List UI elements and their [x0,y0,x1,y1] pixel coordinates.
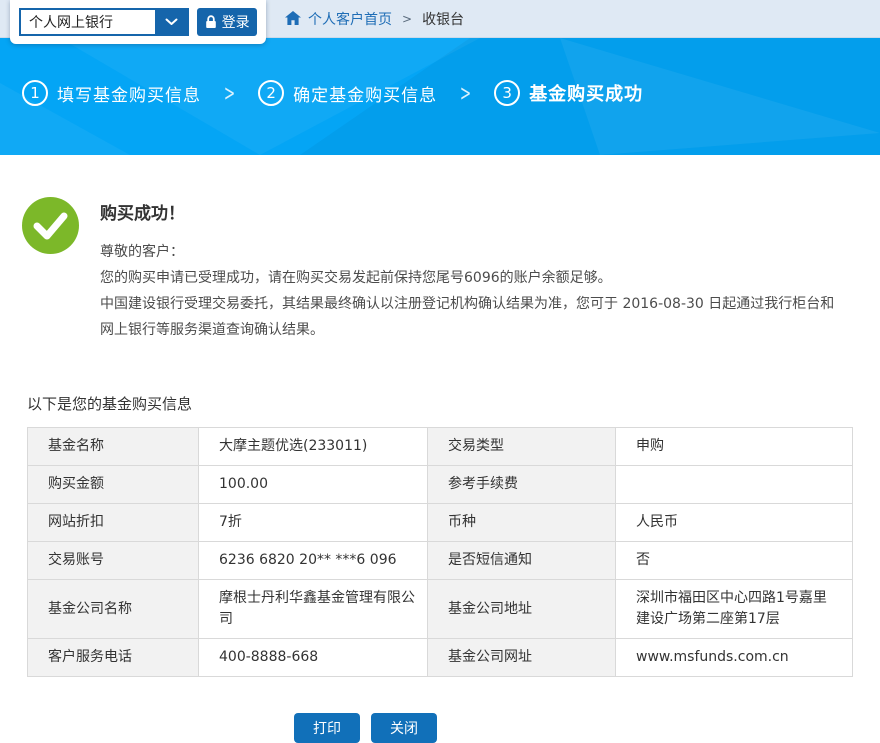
step-2-label: 确定基金购买信息 [293,81,437,106]
breadcrumb-separator: > [402,12,412,26]
success-message: 购买成功！ 尊敬的客户： 您的购买申请已受理成功，请在购买交易发起前保持您尾号6… [22,197,870,343]
field-value: 人民币 [616,504,853,542]
site-select[interactable]: 个人网上银行 [19,8,189,36]
purchase-info-table: 基金名称 大摩主题优选(233011) 交易类型 申购 购买金额 100.00 … [27,427,853,677]
table-row: 客户服务电话 400-8888-668 基金公司网址 www.msfunds.c… [28,639,853,677]
field-label: 基金公司名称 [28,580,199,639]
field-value: www.msfunds.com.cn [616,639,853,677]
breadcrumb-home-link[interactable]: 个人客户首页 [308,9,392,29]
home-icon[interactable] [285,11,301,26]
section-title: 以下是您的基金购买信息 [27,393,880,414]
field-value: 大摩主题优选(233011) [199,428,428,466]
success-text: 购买成功！ 尊敬的客户： 您的购买申请已受理成功，请在购买交易发起前保持您尾号6… [100,197,848,343]
step-1-number: 1 [22,80,48,106]
login-button[interactable]: 登录 [197,8,257,36]
step-separator-icon: > [224,80,235,106]
step-2-number: 2 [258,80,284,106]
field-value: 6236 6820 20** ***6 096 [199,542,428,580]
field-label: 基金公司地址 [428,580,616,639]
field-label: 是否短信通知 [428,542,616,580]
field-value: 否 [616,542,853,580]
field-label: 基金公司网址 [428,639,616,677]
table-row: 基金公司名称 摩根士丹利华鑫基金管理有限公司 基金公司地址 深圳市福田区中心四路… [28,580,853,639]
field-value: 深圳市福田区中心四路1号嘉里建设广场第二座第17层 [616,580,853,639]
table-row: 购买金额 100.00 参考手续费 [28,466,853,504]
table-row: 交易账号 6236 6820 20** ***6 096 是否短信通知 否 [28,542,853,580]
field-label: 网站折扣 [28,504,199,542]
field-value: 100.00 [199,466,428,504]
field-value: 申购 [616,428,853,466]
field-label: 客户服务电话 [28,639,199,677]
field-label: 币种 [428,504,616,542]
success-line-2: 中国建设银行受理交易委托，其结果最终确认以注册登记机构确认结果为准，您可于 20… [100,291,848,343]
step-separator-icon: > [460,80,471,106]
step-2: 2 确定基金购买信息 [258,80,437,106]
field-value: 摩根士丹利华鑫基金管理有限公司 [199,580,428,639]
step-3-label: 基金购买成功 [529,80,643,106]
success-check-icon [22,197,79,254]
field-value [616,466,853,504]
field-label: 购买金额 [28,466,199,504]
breadcrumb-current: 收银台 [422,9,464,29]
step-1: 1 填写基金购买信息 [22,80,201,106]
step-1-label: 填写基金购买信息 [57,81,201,106]
login-button-label: 登录 [222,12,250,32]
step-3-number: 3 [494,80,520,106]
field-label: 交易账号 [28,542,199,580]
step-indicator: 1 填写基金购买信息 > 2 确定基金购买信息 > 3 基金购买成功 [0,38,880,106]
site-select-value: 个人网上银行 [21,12,155,32]
banner: 1 填写基金购买信息 > 2 确定基金购买信息 > 3 基金购买成功 [0,38,880,155]
field-value: 7折 [199,504,428,542]
table-row: 网站折扣 7折 币种 人民币 [28,504,853,542]
table-row: 基金名称 大摩主题优选(233011) 交易类型 申购 [28,428,853,466]
step-3-active: 3 基金购买成功 [494,80,643,106]
field-label: 交易类型 [428,428,616,466]
success-title: 购买成功！ [100,199,848,224]
success-greeting: 尊敬的客户： [100,239,848,265]
field-value: 400-8888-668 [199,639,428,677]
field-label: 参考手续费 [428,466,616,504]
field-label: 基金名称 [28,428,199,466]
chevron-down-icon[interactable] [155,10,187,34]
login-panel: 个人网上银行 登录 [10,0,266,44]
success-line-1: 您的购买申请已受理成功，请在购买交易发起前保持您尾号6096的账户余额足够。 [100,265,848,291]
lock-icon [205,15,217,29]
